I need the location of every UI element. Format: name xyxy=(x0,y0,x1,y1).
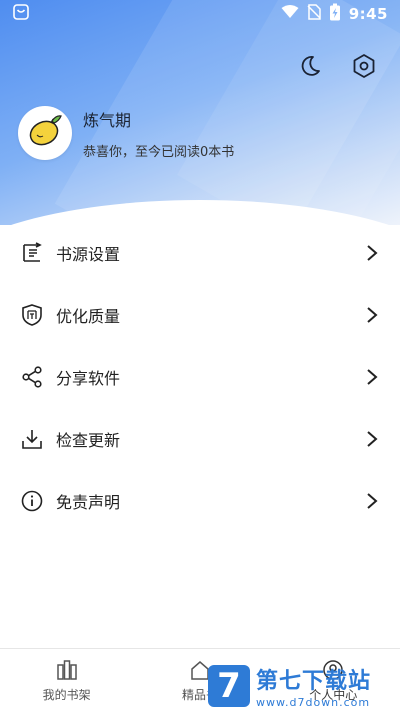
watermark-url: www.d7down.com xyxy=(256,695,371,709)
menu-label: 分享软件 xyxy=(56,369,121,388)
share-icon xyxy=(20,365,44,389)
chevron-right-icon xyxy=(364,307,380,323)
avatar[interactable] xyxy=(18,106,72,160)
header-actions xyxy=(296,52,378,80)
book-source-icon xyxy=(20,241,44,265)
menu-item-share-app[interactable]: 分享软件 xyxy=(0,346,400,408)
battery-charging-icon xyxy=(329,3,341,25)
menu-label: 免责声明 xyxy=(56,493,121,512)
status-bar: 9:45 xyxy=(0,0,400,28)
menu-label: 检查更新 xyxy=(56,431,121,450)
settings-hexagon-icon[interactable] xyxy=(350,52,378,80)
bookshelf-icon xyxy=(55,658,79,682)
chevron-right-icon xyxy=(364,245,380,261)
watermark-logo: 7 xyxy=(208,664,250,707)
reading-summary: 恭喜你，至今已阅读0本书 xyxy=(83,144,235,160)
user-profile[interactable]: 炼气期 恭喜你，至今已阅读0本书 xyxy=(18,106,234,160)
lemon-icon xyxy=(25,111,65,155)
site-watermark: 7 第七下载站 www.d7down.com xyxy=(208,660,400,711)
menu-item-check-update[interactable]: 检查更新 xyxy=(0,408,400,470)
night-mode-moon-icon[interactable] xyxy=(296,52,324,80)
app-notification-icon xyxy=(12,3,30,25)
tab-label: 我的书架 xyxy=(42,687,91,702)
no-sim-icon xyxy=(307,4,321,24)
menu-label: 优化质量 xyxy=(56,307,121,326)
user-name: 炼气期 xyxy=(83,110,132,130)
watermark-title: 第七下载站 xyxy=(256,668,372,694)
menu-label: 书源设置 xyxy=(56,245,121,264)
info-icon xyxy=(20,489,44,513)
menu-item-book-source[interactable]: 书源设置 xyxy=(0,222,400,284)
tab-bookshelf[interactable]: 我的书架 xyxy=(12,658,122,703)
chevron-right-icon xyxy=(364,493,380,509)
status-time: 9:45 xyxy=(348,5,388,23)
chevron-right-icon xyxy=(364,369,380,385)
menu-item-optimize-quality[interactable]: 优化质量 xyxy=(0,284,400,346)
download-update-icon xyxy=(20,427,44,451)
shield-quality-icon xyxy=(20,303,44,327)
wifi-icon xyxy=(281,5,299,23)
settings-menu: 书源设置 优化质量 分享软件 检查更新 免责声明 xyxy=(0,222,400,532)
chevron-right-icon xyxy=(364,431,380,447)
menu-item-disclaimer[interactable]: 免责声明 xyxy=(0,470,400,532)
